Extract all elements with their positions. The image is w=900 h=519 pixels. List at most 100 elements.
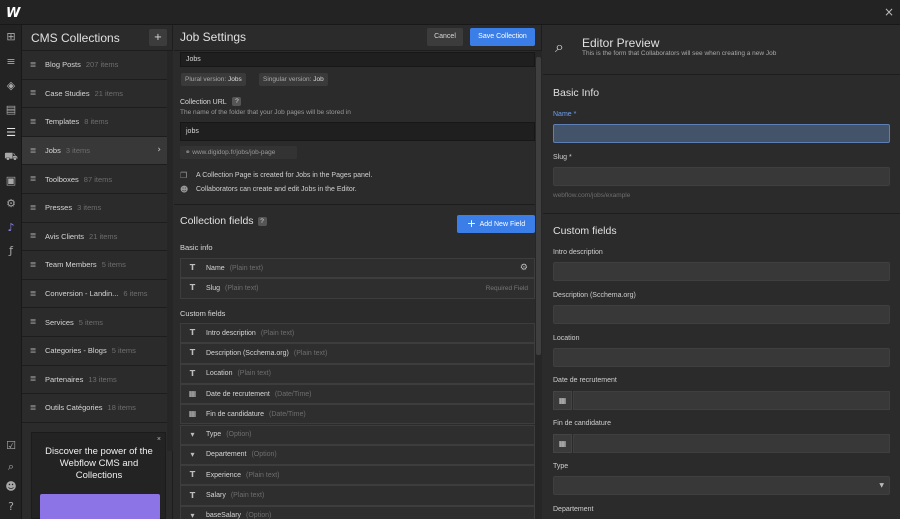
gear-icon[interactable]: ⚙ bbox=[520, 263, 528, 273]
required-field-note: Required Field bbox=[485, 284, 528, 292]
save-collection-button[interactable]: Save Collection bbox=[470, 28, 535, 46]
users-icon[interactable]: ☻ bbox=[4, 480, 18, 494]
collection-name: Partenaires bbox=[45, 374, 84, 384]
collection-url-label-text: Collection URL bbox=[180, 99, 227, 106]
location-input[interactable] bbox=[553, 348, 890, 367]
preview-search-icon: ⌕ bbox=[555, 37, 564, 56]
collection-item[interactable]: ≣ Conversion - Landin... 6 items bbox=[22, 280, 167, 309]
editor-preview-panel: ⌕ Editor Preview This is the form that C… bbox=[543, 25, 900, 519]
navigator-icon[interactable]: ≡ bbox=[4, 55, 18, 69]
url-preview: ⚭ www.digidop.fr/jobs/job-page bbox=[180, 146, 297, 159]
field-type: (Option) bbox=[226, 431, 252, 439]
fin-candidature-field[interactable]: ▦ bbox=[553, 434, 890, 453]
collection-item[interactable]: ≣ Presses 3 items bbox=[22, 194, 167, 223]
date-recrutement-field[interactable]: ▦ bbox=[553, 391, 890, 410]
collection-name: Outils Catégories bbox=[45, 403, 103, 413]
collection-name-input[interactable]: Jobs bbox=[180, 52, 535, 67]
field-name: Slug bbox=[206, 284, 221, 292]
add-collection-icon[interactable]: + bbox=[149, 29, 167, 46]
type-select[interactable]: ▼ bbox=[553, 476, 890, 495]
field-row[interactable]: ▾ baseSalary (Option) bbox=[180, 505, 535, 519]
collection-item[interactable]: ≣ Categories - Blogs 5 items bbox=[22, 337, 167, 366]
assets-icon[interactable]: ▣ bbox=[4, 174, 18, 188]
field-type-icon: T bbox=[189, 490, 196, 500]
scrollbar-thumb[interactable] bbox=[536, 57, 541, 355]
collection-item[interactable]: ≣ Outils Catégories 18 items bbox=[22, 394, 167, 423]
search-icon[interactable]: ⌕ bbox=[4, 460, 18, 474]
audit-icon[interactable]: ☑ bbox=[4, 439, 18, 453]
finsweet-icon[interactable]: ƒ bbox=[4, 244, 18, 258]
collection-count: 8 items bbox=[84, 117, 109, 127]
collection-item[interactable]: ≣ Partenaires 13 items bbox=[22, 366, 167, 395]
field-row[interactable]: ▾ Type (Option) bbox=[180, 424, 535, 445]
collection-name: Categories - Blogs bbox=[45, 346, 107, 356]
collection-item[interactable]: ≣ Team Members 5 items bbox=[22, 251, 167, 280]
components-icon[interactable]: ◈ bbox=[4, 79, 18, 93]
webflow-logo[interactable]: W bbox=[6, 6, 20, 21]
collection-count: 21 items bbox=[89, 231, 118, 241]
add-new-field-button[interactable]: + Add New Field bbox=[457, 215, 535, 233]
pages-icon: ❐ bbox=[180, 171, 188, 180]
collection-item[interactable]: ≣ Blog Posts 207 items bbox=[22, 51, 167, 80]
field-row[interactable]: ▦ Date de recrutement (Date/Time) bbox=[180, 383, 535, 405]
cancel-button[interactable]: Cancel bbox=[427, 28, 463, 46]
intro-description-input[interactable] bbox=[553, 262, 890, 281]
page-title: Job Settings bbox=[180, 30, 247, 44]
field-row[interactable]: ▦ Fin de candidature (Date/Time) bbox=[180, 404, 535, 425]
singular-version-badge: Singular version: Job bbox=[259, 73, 328, 86]
pages-icon[interactable]: ▤ bbox=[4, 103, 18, 117]
field-type-icon: T bbox=[189, 348, 196, 358]
url-preview-text: www.digidop.fr/jobs/job-page bbox=[192, 149, 276, 156]
ecommerce-icon[interactable]: ⛟ bbox=[4, 150, 18, 164]
collection-item[interactable]: ≣ Templates 8 items bbox=[22, 108, 167, 137]
collection-count: 6 items bbox=[123, 289, 148, 299]
collection-item[interactable]: ≣ Jobs 3 items › bbox=[22, 136, 167, 166]
field-name: Fin de candidature bbox=[206, 410, 264, 418]
calendar-icon[interactable]: ▦ bbox=[553, 434, 572, 453]
collection-item[interactable]: ≣ Case Studies 21 items bbox=[22, 80, 167, 109]
help-icon[interactable]: ? bbox=[232, 97, 242, 106]
name-input[interactable] bbox=[553, 124, 890, 143]
slug-input[interactable] bbox=[553, 167, 890, 186]
collection-url-input[interactable]: jobs bbox=[180, 122, 535, 141]
field-row[interactable]: T Intro description (Plain text) bbox=[180, 323, 535, 344]
field-row[interactable]: T Location (Plain text) bbox=[180, 363, 535, 384]
field-row[interactable]: T Description (Scchema.org) (Plain text) bbox=[180, 343, 535, 364]
field-row[interactable]: ▾ Departement (Option) bbox=[180, 444, 535, 466]
intro-description-label: Intro description bbox=[553, 249, 603, 256]
collection-item[interactable]: ≣ Avis Clients 21 items bbox=[22, 223, 167, 252]
description-input[interactable] bbox=[553, 305, 890, 324]
cms-icon[interactable]: ☰ bbox=[4, 126, 18, 140]
type-label: Type bbox=[553, 463, 569, 470]
field-row[interactable]: T Name (Plain text) ⚙ bbox=[180, 258, 535, 279]
logic-icon[interactable]: ♪ bbox=[4, 221, 18, 235]
collection-name: Toolboxes bbox=[45, 174, 79, 184]
close-icon[interactable]: × bbox=[884, 5, 894, 19]
collection-item[interactable]: ≣ Toolboxes 87 items bbox=[22, 165, 167, 194]
left-toolbar: ⊞ ≡ ◈ ▤ ☰ ⛟ ▣ ⚙ ♪ ƒ ☑ ⌕ ☻ ? bbox=[0, 25, 22, 519]
help-icon[interactable]: ? bbox=[257, 217, 267, 226]
collection-icon: ≣ bbox=[29, 202, 37, 212]
collection-icon: ≣ bbox=[29, 145, 37, 155]
date-recrutement-input[interactable] bbox=[573, 391, 890, 410]
field-row[interactable]: T Slug (Plain text) Required Field bbox=[180, 278, 535, 299]
add-icon[interactable]: ⊞ bbox=[4, 30, 18, 44]
collection-item[interactable]: ≣ Services 5 items bbox=[22, 308, 167, 337]
collection-url-help: The name of the folder that your Job pag… bbox=[180, 109, 351, 116]
help-icon[interactable]: ? bbox=[4, 500, 18, 514]
field-type-icon: ▾ bbox=[190, 429, 195, 439]
settings-icon[interactable]: ⚙ bbox=[4, 197, 18, 211]
promo-close-icon[interactable]: × bbox=[157, 436, 161, 443]
collection-scrollbar[interactable] bbox=[167, 51, 173, 451]
field-type: (Date/Time) bbox=[268, 410, 306, 418]
field-type: (Plain text) bbox=[237, 370, 271, 378]
collection-name: Team Members bbox=[45, 260, 97, 270]
field-row[interactable]: T Experience (Plain text) bbox=[180, 465, 535, 486]
field-row[interactable]: T Salary (Plain text) bbox=[180, 485, 535, 506]
collection-name: Avis Clients bbox=[45, 231, 85, 241]
calendar-icon[interactable]: ▦ bbox=[553, 391, 572, 410]
plural-version-badge: Plural version: Jobs bbox=[181, 73, 246, 86]
plural-value: Jobs bbox=[228, 76, 242, 83]
fin-candidature-input[interactable] bbox=[573, 434, 890, 453]
collection-name: Case Studies bbox=[45, 88, 90, 98]
